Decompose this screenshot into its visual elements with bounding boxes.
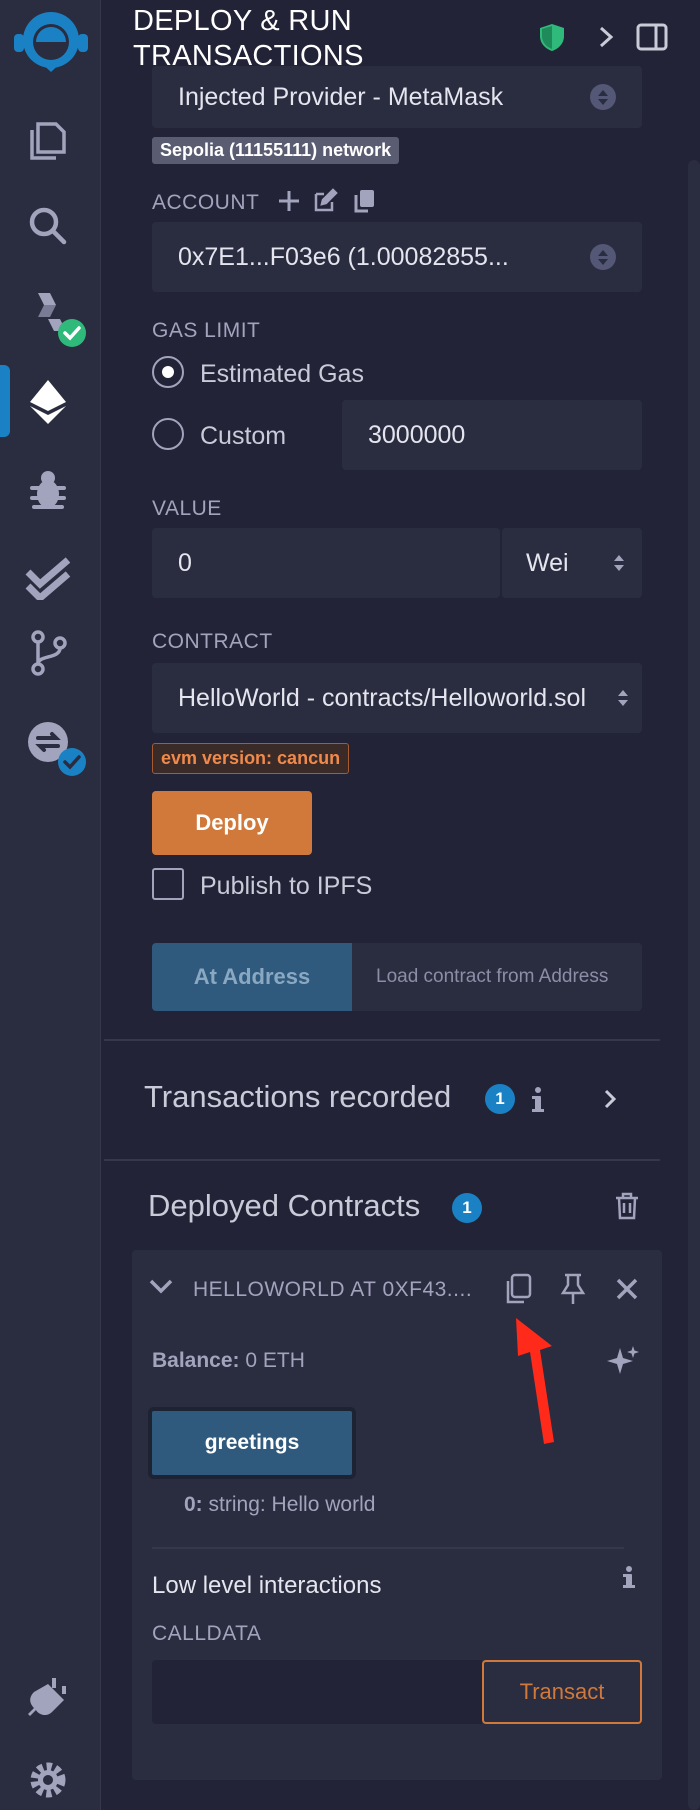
value-label: VALUE bbox=[152, 497, 222, 520]
transactions-recorded-label[interactable]: Transactions recorded bbox=[144, 1079, 451, 1115]
output-index: 0: bbox=[184, 1493, 203, 1516]
balance-label: Balance: bbox=[152, 1349, 240, 1372]
chevron-right-icon[interactable] bbox=[600, 1085, 620, 1118]
edit-account-icon[interactable] bbox=[312, 188, 338, 219]
copy-address-icon[interactable] bbox=[502, 1272, 534, 1311]
annotation-arrow-icon bbox=[506, 1312, 566, 1453]
icon-sidebar bbox=[0, 0, 101, 1810]
select-arrows-icon bbox=[614, 555, 624, 571]
chevron-down-icon[interactable] bbox=[148, 1274, 174, 1303]
transact-button[interactable]: Transact bbox=[482, 1660, 642, 1724]
select-arrows-icon bbox=[590, 244, 616, 270]
contract-value: HelloWorld - contracts/Helloworld.sol bbox=[178, 683, 587, 712]
udapp-plugin-icon[interactable] bbox=[20, 712, 90, 782]
contract-label: CONTRACT bbox=[152, 630, 273, 653]
file-explorer-icon[interactable] bbox=[20, 112, 76, 168]
estimated-gas-label: Estimated Gas bbox=[200, 360, 364, 388]
info-icon[interactable] bbox=[530, 1085, 546, 1120]
trash-icon[interactable] bbox=[614, 1192, 640, 1225]
remix-logo-icon[interactable] bbox=[8, 6, 94, 76]
panel-title: DEPLOY & RUN TRANSACTIONS bbox=[133, 5, 364, 72]
select-arrows-icon bbox=[590, 84, 616, 110]
deploy-button[interactable]: Deploy bbox=[152, 791, 312, 855]
low-level-title: Low level interactions bbox=[152, 1572, 382, 1599]
function-output: 0: string: Hello world bbox=[184, 1493, 375, 1517]
toggle-panel-icon[interactable] bbox=[636, 22, 668, 57]
testing-checks-icon[interactable] bbox=[20, 550, 76, 606]
instance-title[interactable]: HELLOWORLD AT 0XF43.... bbox=[193, 1278, 472, 1302]
close-icon[interactable] bbox=[614, 1276, 640, 1307]
search-icon[interactable] bbox=[20, 198, 76, 254]
balance-value: 0 ETH bbox=[245, 1349, 305, 1372]
transactions-count-badge: 1 bbox=[485, 1084, 515, 1114]
value-unit-select[interactable]: Wei bbox=[502, 528, 642, 598]
custom-gas-input[interactable]: 3000000 bbox=[342, 400, 642, 470]
environment-select[interactable]: Injected Provider - MetaMask bbox=[152, 66, 642, 128]
estimated-gas-radio[interactable] bbox=[152, 356, 184, 388]
publish-ipfs-checkbox[interactable] bbox=[152, 868, 184, 900]
balance-row: Balance: 0 ETH bbox=[152, 1349, 305, 1373]
publish-ipfs-label: Publish to IPFS bbox=[200, 872, 373, 900]
value-amount-input[interactable]: 0 bbox=[152, 528, 500, 598]
pin-icon[interactable] bbox=[559, 1272, 587, 1311]
section-divider bbox=[152, 1547, 624, 1549]
active-plugin-indicator bbox=[0, 365, 10, 437]
calldata-input[interactable] bbox=[152, 1660, 482, 1724]
evm-version-badge: evm version: cancun bbox=[152, 743, 350, 774]
deploy-run-icon[interactable] bbox=[20, 374, 76, 430]
calldata-label: CALLDATA bbox=[152, 1622, 262, 1645]
account-value: 0x7E1...F03e6 (1.00082855... bbox=[178, 242, 509, 271]
gas-limit-label: GAS LIMIT bbox=[152, 319, 261, 342]
section-divider bbox=[104, 1039, 660, 1041]
copy-account-icon[interactable] bbox=[352, 188, 376, 219]
verified-shield-icon bbox=[538, 22, 566, 57]
settings-gear-icon[interactable] bbox=[20, 1752, 76, 1808]
select-arrows-icon bbox=[618, 690, 628, 706]
deployed-contracts-label: Deployed Contracts bbox=[148, 1188, 421, 1223]
scrollbar[interactable] bbox=[688, 160, 700, 1810]
at-address-button[interactable]: At Address bbox=[152, 943, 352, 1011]
environment-value: Injected Provider - MetaMask bbox=[178, 82, 504, 111]
account-label: ACCOUNT bbox=[152, 191, 260, 214]
value-unit: Wei bbox=[526, 548, 569, 577]
add-account-icon[interactable] bbox=[276, 188, 302, 219]
ai-sparkle-icon[interactable] bbox=[606, 1344, 640, 1383]
contract-select[interactable]: HelloWorld - contracts/Helloworld.sol bbox=[152, 663, 642, 733]
debugger-icon[interactable] bbox=[20, 462, 76, 518]
custom-gas-radio[interactable] bbox=[152, 418, 184, 450]
network-badge: Sepolia (11155111) network bbox=[152, 137, 400, 164]
chevron-right-icon[interactable] bbox=[594, 22, 618, 57]
info-icon[interactable] bbox=[622, 1565, 636, 1596]
greetings-function-button[interactable]: greetings bbox=[148, 1407, 356, 1479]
account-select[interactable]: 0x7E1...F03e6 (1.00082855... bbox=[152, 222, 642, 292]
section-divider bbox=[104, 1159, 660, 1161]
output-value: string: Hello world bbox=[208, 1493, 376, 1516]
at-address-input[interactable]: Load contract from Address bbox=[352, 943, 642, 1011]
solidity-compiler-icon[interactable] bbox=[20, 285, 90, 355]
custom-gas-label: Custom bbox=[200, 422, 287, 450]
deployed-count-badge: 1 bbox=[452, 1193, 482, 1223]
git-branch-icon[interactable] bbox=[20, 625, 76, 681]
plugin-manager-icon[interactable] bbox=[20, 1668, 76, 1724]
